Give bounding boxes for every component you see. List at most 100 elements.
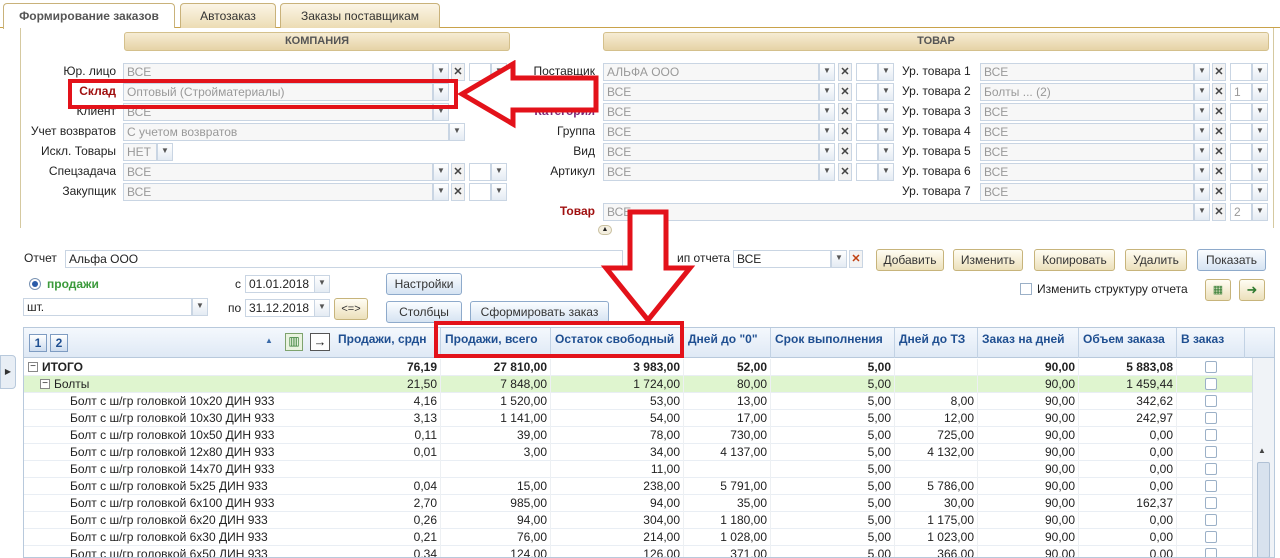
chevron-down-icon[interactable]: ▼ [819,103,835,121]
table-row[interactable]: Болт с ш/гр головкой 6х30 ДИН 933 0,21 76,… [24,529,1254,546]
column-chooser-icon[interactable]: ▥ [285,333,303,351]
date-from-dropdown-icon[interactable]: ▼ [314,275,330,293]
chevron-down-icon[interactable]: ▼ [819,163,835,181]
goods-level-field[interactable]: ВСЕ [980,103,1194,121]
table-row[interactable]: Болт с ш/гр головкой 6х100 ДИН 933 2,70 98… [24,495,1254,512]
clear-icon[interactable]: ✕ [1212,63,1226,81]
date-to-dropdown-icon[interactable]: ▼ [314,299,330,317]
export-excel-icon[interactable]: ▦ [1205,279,1231,301]
company-field[interactable]: ВСЕ [123,103,433,121]
chevron-down-icon[interactable]: ▼ [433,103,449,121]
count-field[interactable] [1230,63,1252,81]
collapse-handle[interactable]: ▶ [0,355,16,389]
goods-level-field[interactable]: ВСЕ [980,163,1194,181]
count-field[interactable] [1230,103,1252,121]
company-field[interactable]: С учетом возвратов [123,123,449,141]
count-field[interactable] [856,163,878,181]
tab-supplier-orders[interactable]: Заказы поставщикам [280,3,440,28]
goods-field[interactable]: ВСЕ [603,123,819,141]
chevron-down-icon[interactable]: ▼ [1194,83,1210,101]
table-row[interactable]: Болт с ш/гр головкой 14х70 ДИН 933 11,00 5… [24,461,1254,478]
table-row[interactable]: − Болты 21,50 7 848,00 1 724,00 80,00 5,00 90,0… [24,376,1254,393]
count-field[interactable] [1230,183,1252,201]
column-header[interactable]: Объем заказа [1079,328,1177,358]
goods-level-field[interactable]: ВСЕ [980,183,1194,201]
grid-vertical-scrollbar[interactable]: ▲ [1252,358,1274,557]
clear-icon[interactable]: ✕ [1212,103,1226,121]
chevron-down-icon[interactable]: ▼ [1194,63,1210,81]
goods-field[interactable]: ВСЕ [603,83,819,101]
count-field[interactable] [856,143,878,161]
column-header[interactable]: Продажи, срдн [334,328,441,358]
chevron-down-icon[interactable]: ▼ [878,123,894,141]
columns-button[interactable]: Столбцы [386,301,462,323]
goods-level-field[interactable]: ВСЕ [980,123,1194,141]
table-row[interactable]: Болт с ш/гр головкой 10х30 ДИН 933 3,13 1 … [24,410,1254,427]
company-field[interactable]: НЕТ [123,143,157,161]
chevron-down-icon[interactable]: ▼ [491,183,507,201]
date-from-input[interactable]: 01.01.2018 [245,275,315,293]
collapse-icon[interactable]: − [28,362,38,372]
chevron-down-icon[interactable]: ▼ [819,63,835,81]
in-order-checkbox[interactable] [1205,378,1217,390]
count-field[interactable] [1230,123,1252,141]
chevron-down-icon[interactable]: ▼ [433,163,449,181]
column-header[interactable]: Заказ на дней [978,328,1079,358]
count-field[interactable] [856,123,878,141]
chevron-down-icon[interactable]: ▼ [1252,123,1268,141]
company-field[interactable]: ВСЕ [123,183,433,201]
table-row[interactable]: Болт с ш/гр головкой 6х50 ДИН 933 0,34 124… [24,546,1254,557]
chevron-down-icon[interactable]: ▼ [878,83,894,101]
count-field[interactable] [856,103,878,121]
report-type-select[interactable]: ВСЕ [733,250,831,268]
table-row[interactable]: Болт с ш/гр головкой 10х20 ДИН 933 4,16 1 … [24,393,1254,410]
clear-icon[interactable]: ✕ [451,163,465,181]
unit-select[interactable]: шт. [23,298,192,316]
settings-button[interactable]: Настройки [386,273,462,295]
table-row[interactable]: Болт с ш/гр головкой 6х20 ДИН 933 0,26 94,… [24,512,1254,529]
report-type-dropdown-icon[interactable]: ▼ [831,250,847,268]
date-to-input[interactable]: 31.12.2018 [245,299,315,317]
column-header[interactable]: Остаток свободный [551,328,684,358]
in-order-checkbox[interactable] [1205,497,1217,509]
column-header[interactable]: В заказ [1177,328,1245,358]
report-type-clear-icon[interactable]: ✕ [849,250,863,268]
unit-dropdown-icon[interactable]: ▼ [192,298,208,316]
clear-icon[interactable]: ✕ [1212,203,1226,221]
chevron-down-icon[interactable]: ▼ [157,143,173,161]
chevron-down-icon[interactable]: ▼ [433,83,449,101]
sort-asc-icon[interactable]: ▲ [265,336,273,345]
chevron-down-icon[interactable]: ▼ [1252,63,1268,81]
chevron-down-icon[interactable]: ▼ [819,143,835,161]
chevron-down-icon[interactable]: ▼ [1194,163,1210,181]
count-field[interactable] [469,183,491,201]
chevron-down-icon[interactable]: ▼ [878,143,894,161]
table-row[interactable]: Болт с ш/гр головкой 5х25 ДИН 933 0,04 15,… [24,478,1254,495]
tab-autoorder[interactable]: Автозаказ [180,3,276,28]
report-name-input[interactable]: Альфа ООО [65,250,623,268]
chevron-down-icon[interactable]: ▼ [878,163,894,181]
change-structure-checkbox[interactable] [1020,283,1032,295]
edit-button[interactable]: Изменить [953,249,1023,271]
table-row[interactable]: Болт с ш/гр головкой 10х50 ДИН 933 0,11 39… [24,427,1254,444]
chevron-down-icon[interactable]: ▼ [1252,203,1268,221]
chevron-down-icon[interactable]: ▼ [1252,183,1268,201]
in-order-checkbox[interactable] [1205,412,1217,424]
add-button[interactable]: Добавить [876,249,944,271]
clear-icon[interactable]: ✕ [838,123,852,141]
chevron-down-icon[interactable]: ▼ [1194,143,1210,161]
clear-icon[interactable]: ✕ [838,63,852,81]
count-field[interactable]: 1 [1230,83,1252,101]
company-field[interactable]: ВСЕ [123,163,433,181]
chevron-down-icon[interactable]: ▼ [878,63,894,81]
chevron-down-icon[interactable]: ▼ [1194,123,1210,141]
chevron-down-icon[interactable]: ▼ [433,183,449,201]
clear-icon[interactable]: ✕ [838,163,852,181]
goods-level-field[interactable]: Болты ... (2) [980,83,1194,101]
in-order-checkbox[interactable] [1205,480,1217,492]
goods-field[interactable]: ВСЕ [603,163,819,181]
in-order-checkbox[interactable] [1205,429,1217,441]
clear-icon[interactable]: ✕ [451,183,465,201]
tab-order-formation[interactable]: Формирование заказов [3,3,175,29]
chevron-down-icon[interactable]: ▼ [1252,83,1268,101]
